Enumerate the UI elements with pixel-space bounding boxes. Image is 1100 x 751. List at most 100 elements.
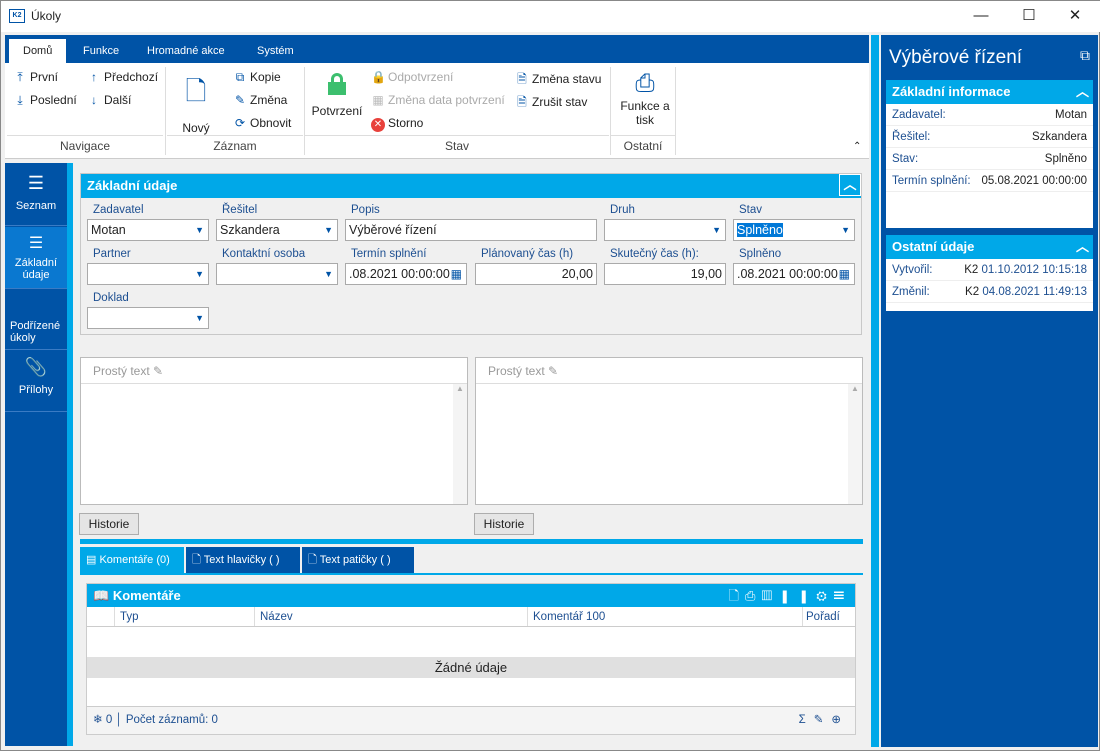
arrow-up-icon: ⤒ [17, 70, 23, 84]
pencil-icon[interactable]: ✎ [814, 714, 832, 726]
partner-field[interactable]: ▼ [87, 263, 209, 285]
calendar-icon[interactable]: ▦ [451, 264, 462, 284]
zadavatel-label: Zadavatel [93, 204, 144, 216]
popis-field[interactable]: Výběrové řízení [345, 219, 597, 241]
doklad-field[interactable]: ▼ [87, 307, 209, 329]
resitel-field[interactable]: Szkandera ▼ [216, 219, 338, 241]
text-editor-right[interactable]: Prostý text ✎ ▲ [475, 357, 863, 505]
collapse-icon[interactable]: ︿ [839, 174, 861, 196]
basic-info-box: Základní informace ︿ Zadavatel: Motan Řešit… [886, 80, 1093, 228]
column-typ[interactable]: Typ [115, 607, 255, 626]
collapse-icon[interactable]: ︿ [1076, 80, 1089, 104]
sidebar-item-zakladni-udaje[interactable]: ☰ Základní údaje [5, 227, 67, 289]
new-button[interactable]: 🗋 Nový [181, 73, 211, 135]
format-select[interactable]: Prostý text [93, 364, 150, 378]
kontakt-field[interactable]: ▼ [216, 263, 338, 285]
paperclip-icon: 📎 [24, 357, 48, 377]
sidebar-item-prilohy[interactable]: 📎 Přílohy [5, 351, 67, 412]
cancel-state-button[interactable]: 🗎 Zrušit stav [515, 93, 587, 114]
right-splitter[interactable] [871, 35, 879, 747]
first-button[interactable]: ⤒ První [13, 70, 58, 85]
edit-button[interactable]: ✎ Změna [233, 93, 287, 107]
last-button[interactable]: ⤓ Poslední [13, 93, 76, 108]
planovany-field[interactable]: 20,00 [475, 263, 597, 285]
history-button-left[interactable]: Historie [79, 513, 139, 535]
change-state-button[interactable]: 🗎 Změna stavu [515, 70, 601, 91]
tab-domu[interactable]: Domů [9, 39, 67, 63]
dropdown-icon[interactable]: ▼ [324, 220, 333, 240]
tab-text-hlavicky[interactable]: 🗋 Text hlavičky ( ) [186, 547, 300, 573]
maximize-button[interactable]: ☐ [1009, 5, 1049, 27]
collapse-ribbon-icon[interactable]: ⌃ [853, 141, 861, 152]
dropdown-icon[interactable]: ▼ [195, 264, 204, 284]
scrollbar[interactable]: ▲ [453, 384, 467, 504]
copy-button[interactable]: ⧉ Kopie [233, 70, 281, 85]
minimize-button[interactable]: — [961, 5, 1001, 27]
tab-text-paticky[interactable]: 🗋 Text patičky ( ) [302, 547, 414, 573]
add-record-icon[interactable]: ⊕ [831, 714, 849, 726]
pencil-icon[interactable]: ✎ [548, 364, 558, 378]
column-nazev[interactable]: Název [255, 607, 528, 626]
tab-komentare[interactable]: ▤ Komentáře (0) [80, 547, 184, 573]
tab-funkce[interactable]: Funkce [69, 39, 133, 63]
zadavatel-field[interactable]: Motan ▼ [87, 219, 209, 241]
title-bar: K2 Úkoly — ☐ ✕ [1, 1, 1100, 32]
chart-icon[interactable]: ▥ [761, 588, 778, 603]
tab-hromadne-akce[interactable]: Hromadné akce [133, 39, 239, 63]
unconfirm-button[interactable]: 🔒 Odpotvrzení [371, 70, 453, 84]
termin-field[interactable]: .08.2021 00:00:00 ▦ [345, 263, 467, 285]
dropdown-icon[interactable]: ▼ [841, 220, 850, 240]
sidebar-splitter[interactable] [67, 163, 73, 746]
collapse-icon[interactable]: ︿ [1076, 235, 1089, 259]
columns-icon[interactable]: ▮▮ [778, 588, 816, 603]
editor-toolbar: Prostý text ✎ [476, 358, 862, 384]
dropdown-icon[interactable]: ▼ [195, 220, 204, 240]
field-value: Motan [91, 223, 126, 237]
tab-system[interactable]: Systém [243, 39, 308, 63]
print-icon[interactable]: ⎙ [745, 588, 761, 603]
sum-icon[interactable]: Σ [799, 714, 814, 726]
lock-icon: 🔒 [371, 70, 386, 84]
skutecny-field[interactable]: 19,00 [604, 263, 726, 285]
close-button[interactable]: ✕ [1055, 5, 1095, 27]
snowflake-icon[interactable]: ❄ [93, 714, 103, 726]
menu-icon[interactable]: ☰ [833, 588, 851, 603]
group-label: Stav [305, 135, 609, 155]
pencil-icon: ✎ [234, 93, 246, 107]
pencil-icon[interactable]: ✎ [153, 364, 163, 378]
change-date-button[interactable]: ▦ Změna data potvrzení [371, 93, 504, 107]
storno-button[interactable]: ✕ Storno [371, 116, 423, 132]
calendar-icon[interactable]: ▦ [839, 264, 850, 284]
sidebar-item-podrizene-ukoly[interactable]: Podřízené úkoly [5, 290, 67, 350]
sidebar-item-seznam[interactable]: ☰ Seznam [5, 163, 67, 226]
next-button[interactable]: ↓ Další [87, 93, 131, 107]
text-editor-left[interactable]: Prostý text ✎ ▲ [80, 357, 468, 505]
comment-icon: ▤ [86, 554, 97, 566]
arrow-up-icon: ↑ [91, 70, 97, 84]
history-button-right[interactable]: Historie [474, 513, 534, 535]
prev-button[interactable]: ↑ Předchozí [87, 70, 158, 84]
popout-icon[interactable]: ⧉ [1080, 47, 1090, 64]
panel-header: Základní údaje ︿ [81, 174, 861, 198]
format-select[interactable]: Prostý text [488, 364, 545, 378]
dropdown-icon[interactable]: ▼ [324, 264, 333, 284]
grid-footer: ❄ 0 │ Počet záznamů: 0 Σ✎⊕ [87, 706, 855, 734]
dropdown-icon[interactable]: ▼ [712, 220, 721, 240]
gear-icon[interactable]: ⚙ [816, 588, 833, 603]
print-button[interactable]: ⎙ Funkce a tisk [613, 69, 677, 127]
dropdown-icon[interactable]: ▼ [195, 308, 204, 328]
druh-field[interactable]: ▼ [604, 219, 726, 241]
scrollbar[interactable]: ▲ [848, 384, 862, 504]
column-poradi[interactable]: Pořadí [803, 607, 843, 626]
refresh-button[interactable]: ⟳ Obnovit [233, 116, 291, 130]
grid-header: 📖 Komentáře 🗋⎙▥▮▮⚙☰ [87, 584, 855, 607]
stav-field[interactable]: Splněno ▼ [733, 219, 855, 241]
splneno-field[interactable]: .08.2021 00:00:00 ▦ [733, 263, 855, 285]
horizontal-splitter[interactable] [80, 539, 863, 544]
column-komentar[interactable]: Komentář 100 [528, 607, 803, 626]
new-icon[interactable]: 🗋 [729, 588, 745, 603]
grid-toolbar[interactable]: 🗋⎙▥▮▮⚙☰ [729, 584, 851, 607]
splneno-label: Splněno [739, 248, 782, 260]
book-icon: 📖 [93, 588, 110, 603]
confirm-button[interactable]: Potvrzení [309, 73, 365, 118]
